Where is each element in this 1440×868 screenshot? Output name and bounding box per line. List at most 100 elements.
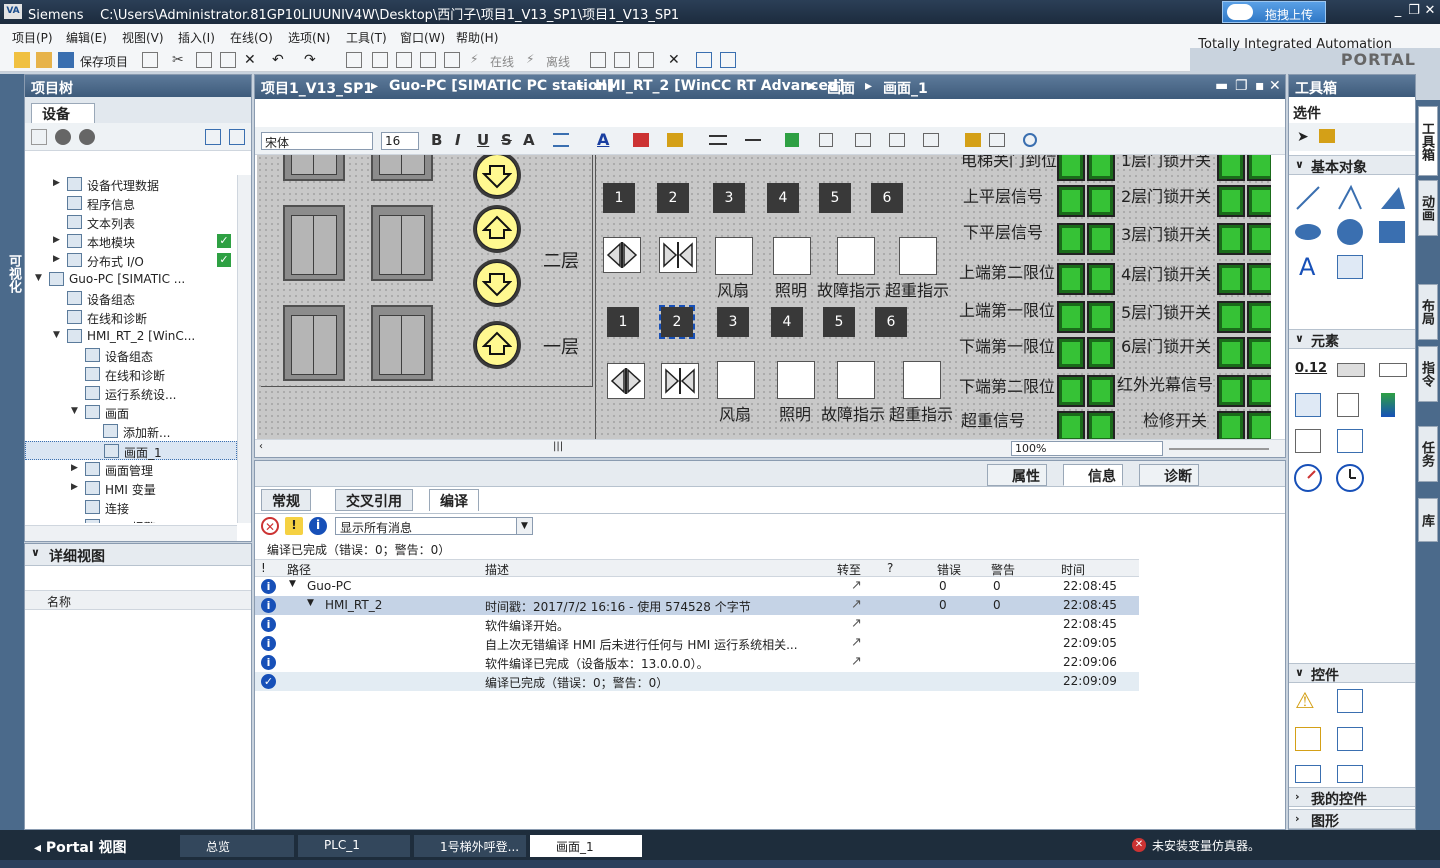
tree-item[interactable]: 在线和诊断 bbox=[25, 365, 237, 384]
forward-icon[interactable] bbox=[79, 129, 95, 145]
float-editor-icon[interactable]: ❐ bbox=[1235, 78, 1248, 94]
toggle-switch[interactable] bbox=[1217, 337, 1245, 369]
breadcrumb-hmi[interactable]: HMI_RT_2 [WinCC RT Advanced] bbox=[595, 78, 844, 94]
message-row[interactable]: ✓ 编译已完成（错误：0；警告：0） 22:09:09 bbox=[255, 672, 1139, 691]
tab-devices[interactable]: 设备 bbox=[31, 103, 95, 123]
toggle-switch[interactable] bbox=[1217, 375, 1245, 407]
goto-icon[interactable]: ↗ bbox=[851, 578, 862, 593]
upload-icon[interactable] bbox=[396, 52, 412, 68]
tree-item[interactable]: 在线和诊断 bbox=[25, 308, 237, 327]
tab-order-icon[interactable] bbox=[989, 133, 1005, 147]
underline-icon[interactable]: U bbox=[477, 131, 489, 149]
toggle-switch[interactable] bbox=[1057, 375, 1085, 407]
toggle-switch[interactable] bbox=[1057, 263, 1085, 295]
menu-insert[interactable]: 插入(I) bbox=[178, 29, 215, 46]
line-color-icon[interactable] bbox=[667, 133, 683, 147]
tree-horizontal-scrollbar[interactable] bbox=[25, 525, 237, 541]
undo-icon[interactable]: ↶ bbox=[272, 52, 288, 68]
accessible-devices-icon[interactable] bbox=[590, 52, 606, 68]
toggle-switch[interactable] bbox=[1217, 411, 1245, 439]
portal-view-button[interactable]: ◂ Portal 视图 bbox=[34, 837, 127, 857]
switch-tool-icon[interactable] bbox=[1295, 429, 1321, 453]
ellipse-tool-icon[interactable] bbox=[1293, 217, 1323, 247]
tab-layout[interactable]: 布局 bbox=[1418, 284, 1438, 340]
tab-diagnostics[interactable]: 诊断 bbox=[1139, 464, 1199, 486]
tree-item[interactable]: 设备组态 bbox=[25, 346, 237, 365]
align-objects-icon[interactable] bbox=[855, 133, 871, 147]
line-tool-icon[interactable] bbox=[1293, 183, 1323, 213]
expand-right-icon[interactable]: ▶ bbox=[53, 235, 60, 245]
toggle-switch[interactable] bbox=[1087, 155, 1115, 181]
open-project-icon[interactable] bbox=[36, 52, 52, 68]
expand-down-icon[interactable]: ▼ bbox=[307, 598, 314, 608]
rectangle-tool-icon[interactable] bbox=[1377, 217, 1407, 247]
maximize-editor-icon[interactable]: ▪ bbox=[1255, 78, 1265, 94]
toggle-switch[interactable] bbox=[1247, 185, 1271, 217]
toggle-switch[interactable] bbox=[1087, 375, 1115, 407]
slider-tool-icon[interactable] bbox=[1379, 429, 1403, 453]
goto-icon[interactable]: ↗ bbox=[851, 654, 862, 669]
goto-icon[interactable]: ↗ bbox=[851, 635, 862, 650]
message-row[interactable]: i 软件编译开始。 22:08:45 ↗ bbox=[255, 615, 1139, 634]
menu-edit[interactable]: 编辑(E) bbox=[66, 29, 107, 46]
tree-item[interactable]: 文本列表 bbox=[25, 213, 237, 232]
tree-item[interactable]: ▶ 分布式 I/O ✓ bbox=[25, 251, 237, 270]
tree-item[interactable]: ▼ Guo-PC [SIMATIC ... bbox=[25, 270, 237, 289]
task-overview[interactable]: 总览 bbox=[180, 835, 294, 857]
toggle-switch[interactable] bbox=[1087, 411, 1115, 439]
goto-icon[interactable]: ↗ bbox=[851, 597, 862, 612]
save-project-button[interactable]: 保存项目 bbox=[80, 53, 128, 70]
go-online-icon[interactable]: ⚡ bbox=[470, 52, 486, 68]
expand-down-icon[interactable]: ▼ bbox=[35, 273, 42, 283]
bring-front-icon[interactable] bbox=[785, 133, 799, 147]
message-row[interactable]: i ▼ Guo-PC 0 0 22:08:45 ↗ bbox=[255, 577, 1139, 596]
tree-item[interactable]: 画面_1 bbox=[25, 441, 237, 460]
cut-icon[interactable]: ✂ bbox=[172, 52, 188, 68]
toggle-switch[interactable] bbox=[1247, 375, 1271, 407]
menu-options[interactable]: 选项(N) bbox=[288, 29, 330, 46]
message-row[interactable]: i ▼ HMI_RT_2 时间戳：2017/7/2 16:16 - 使用 574528… bbox=[255, 596, 1139, 615]
trend-view-icon[interactable] bbox=[1337, 689, 1363, 713]
section-controls[interactable]: ∨ 控件 bbox=[1289, 663, 1415, 684]
tree-item[interactable]: HMI 报警 bbox=[25, 517, 237, 523]
toggle-switch[interactable] bbox=[1247, 301, 1271, 333]
tool-icon[interactable] bbox=[1319, 129, 1335, 143]
toggle-switch[interactable] bbox=[1057, 337, 1085, 369]
menu-view[interactable]: 视图(V) bbox=[122, 29, 164, 46]
toggle-switch[interactable] bbox=[1087, 301, 1115, 333]
button-tool-icon[interactable] bbox=[1337, 363, 1365, 377]
paste-icon[interactable] bbox=[220, 52, 236, 68]
tree-item[interactable]: 运行系统设... bbox=[25, 384, 237, 403]
tree-item[interactable]: ▼ HMI_RT_2 [WinC... bbox=[25, 327, 237, 346]
error-filter-icon[interactable]: ✕ bbox=[261, 517, 279, 535]
restore-icon[interactable]: ❐ bbox=[1406, 3, 1422, 19]
toggle-switch[interactable] bbox=[1057, 185, 1085, 217]
go-online-button[interactable]: 在线 bbox=[490, 53, 514, 70]
tree-item[interactable]: ▼ 画面 bbox=[25, 403, 237, 422]
menu-tools[interactable]: 工具(T) bbox=[346, 29, 387, 46]
subtab-cross-reference[interactable]: 交叉引用 bbox=[335, 489, 413, 511]
rotate-icon[interactable] bbox=[819, 133, 833, 147]
toggle-switch[interactable] bbox=[1247, 411, 1271, 439]
sync-icon[interactable] bbox=[229, 129, 245, 145]
toggle-switch[interactable] bbox=[1247, 223, 1271, 255]
toggle-switch[interactable] bbox=[1087, 263, 1115, 295]
tab-tasks[interactable]: 任务 bbox=[1418, 426, 1438, 482]
line-width-icon[interactable] bbox=[745, 139, 761, 141]
strikethrough-icon[interactable]: S bbox=[501, 131, 512, 149]
menu-window[interactable]: 窗口(W) bbox=[400, 29, 445, 46]
tree-item[interactable]: ▶ HMI 变量 bbox=[25, 479, 237, 498]
delete-icon[interactable]: ✕ bbox=[244, 52, 260, 68]
message-row[interactable]: i 自上次无错编译 HMI 后未进行任何与 HMI 运行系统相关... 22:09:… bbox=[255, 634, 1139, 653]
alarm-view-icon[interactable]: ⚠ bbox=[1295, 689, 1315, 714]
tree-item[interactable]: 程序信息 bbox=[25, 194, 237, 213]
back-icon[interactable] bbox=[55, 129, 71, 145]
bar-icon[interactable] bbox=[1381, 393, 1395, 417]
close-editor-icon[interactable]: ✕ bbox=[668, 52, 684, 68]
tree-item[interactable]: 添加新... bbox=[25, 422, 237, 441]
new-group-icon[interactable] bbox=[31, 129, 47, 145]
tab-instructions[interactable]: 指令 bbox=[1418, 346, 1438, 402]
section-graphics[interactable]: › 图形 bbox=[1289, 809, 1415, 830]
clock-tool-icon[interactable] bbox=[1335, 463, 1365, 493]
tree-item[interactable]: ▶ 本地模块 ✓ bbox=[25, 232, 237, 251]
